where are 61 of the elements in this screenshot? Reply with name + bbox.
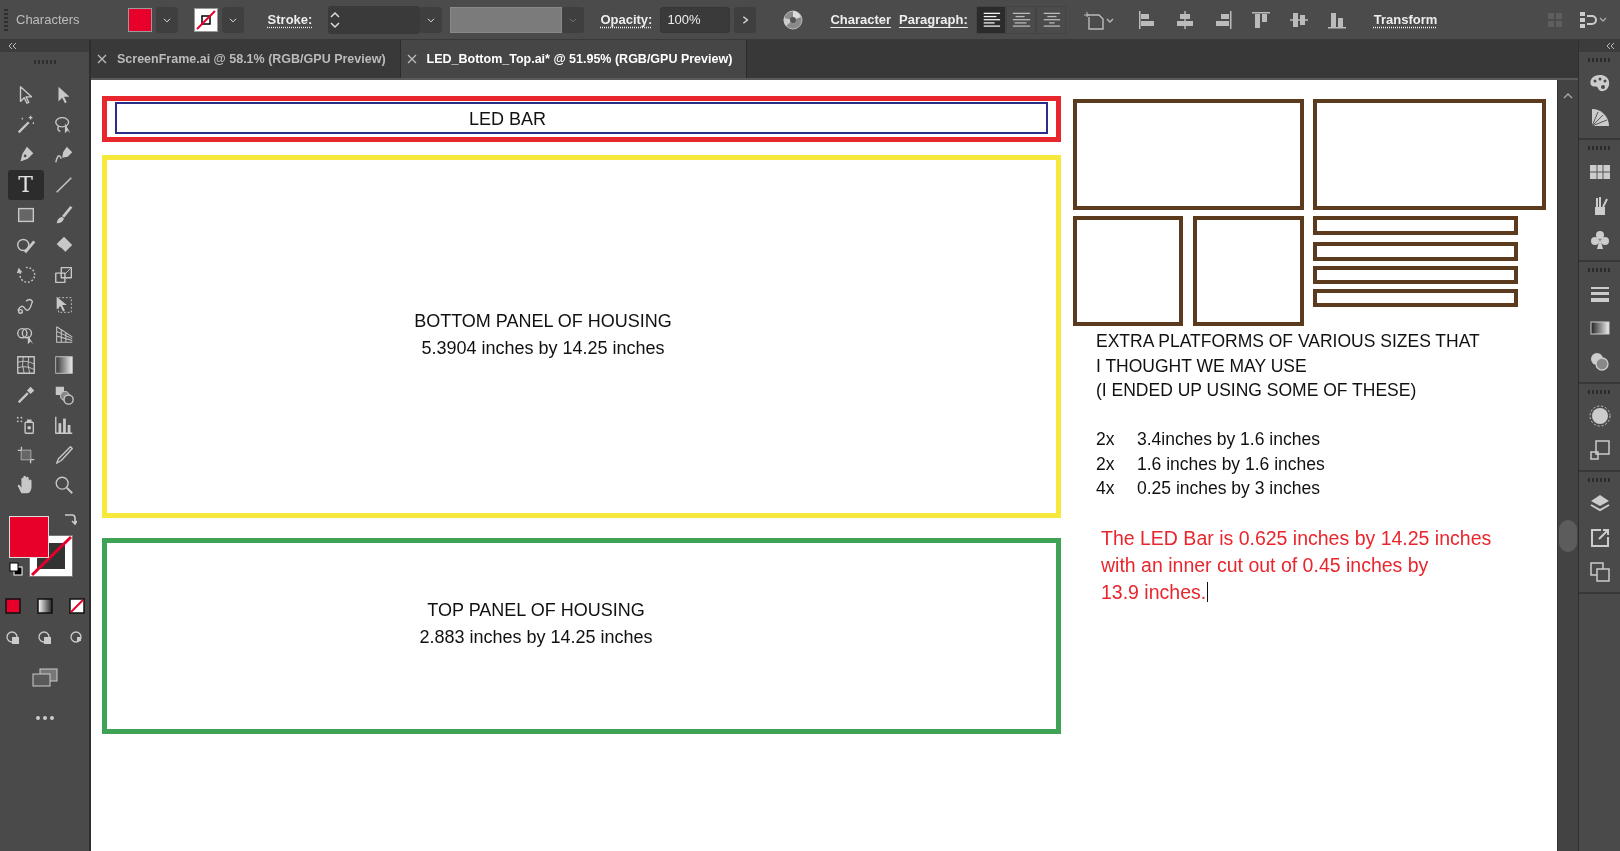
no-stroke-icon: [194, 8, 217, 31]
close-icon: [97, 54, 107, 64]
stroke-weight-field[interactable]: [328, 5, 421, 34]
character-link[interactable]: Character: [830, 9, 892, 30]
screen-mode-button[interactable]: [29, 666, 60, 690]
quantity-label: 2x: [1096, 452, 1116, 476]
led-bar-note: The LED Bar is 0.625 inches by 14.25 inches with an inner cut out of 0.45 inches by 13.9 inches.: [1101, 526, 1492, 605]
tab-title: ScreenFrame.ai @ 58.1% (RGB/GPU Preview): [117, 50, 386, 68]
platforms-description: EXTRA PLATFORMS OF VARIOUS SIZES THAT I THOUGHT WE MAY USE (I ENDED UP USING SOME OF THESE): [1096, 330, 1480, 402]
collapse-icon: [1606, 42, 1616, 50]
color-mode-icon: [3, 597, 22, 615]
quantity-label: 2x: [1096, 428, 1116, 451]
scale-icon: [52, 264, 75, 286]
chevron-up-icon: [1562, 92, 1574, 100]
transform-panel-icon: [1587, 438, 1612, 462]
document-tab[interactable]: LED_Bottom_Top.ai* @ 51.95% (RGB/GPU Preview): [400, 40, 748, 78]
tab-title: LED_Bottom_Top.ai* @ 51.95% (RGB/GPU Preview): [426, 50, 733, 68]
swap-arrow-icon: [62, 512, 77, 526]
close-button[interactable]: [406, 54, 417, 64]
color-wheel-icon: [782, 8, 805, 31]
type-tool-button[interactable]: T: [7, 170, 44, 200]
none-mode-icon: [67, 597, 86, 615]
top-panel-title: TOP PANEL OF HOUSING: [426, 599, 646, 622]
scrollbar-thumb[interactable]: [1559, 520, 1577, 552]
close-button[interactable]: [97, 54, 107, 64]
collapse-icon: [8, 42, 18, 50]
fill-color-swatch[interactable]: [8, 516, 49, 558]
bottom-panel-dimensions: 5.3904 inches by 14.25 inches: [420, 337, 666, 360]
draw-behind-icon: [36, 630, 53, 646]
size-label: 0.25 inches by 3 inches: [1137, 477, 1320, 500]
symbol-sprayer-icon: [14, 414, 37, 436]
brush-preview[interactable]: [450, 6, 563, 33]
more-icon: [34, 715, 55, 721]
panel-button[interactable]: [1586, 404, 1613, 428]
stroke-swatch[interactable]: [193, 7, 218, 32]
opacity-field[interactable]: 100%: [660, 6, 731, 33]
screen-mode-icon: [30, 668, 59, 688]
draw-inside-icon: [68, 630, 85, 646]
size-label: 3.4inches by 1.6 inches: [1137, 428, 1320, 451]
align-text-button[interactable]: [975, 5, 1006, 34]
close-icon: [406, 54, 417, 64]
opacity-label[interactable]: Opacity:: [600, 9, 653, 30]
stroke-label[interactable]: Stroke:: [267, 9, 313, 30]
mesh-icon: [14, 354, 37, 376]
default-colors-icon: [8, 562, 23, 576]
bar-graph-icon: [52, 414, 75, 436]
appearance-icon: [1587, 404, 1612, 428]
fill-swatch[interactable]: [127, 7, 152, 32]
panel-label: Characters: [16, 10, 80, 29]
led-bar-label: LED BAR: [469, 108, 547, 131]
artboards-panel-icon: [1587, 560, 1612, 584]
bottom-panel-title: BOTTOM PANEL OF HOUSING: [413, 310, 673, 333]
paragraph-link[interactable]: Paragraph:: [899, 9, 968, 30]
gradient-icon: [52, 354, 75, 376]
transform-link[interactable]: Transform: [1373, 9, 1438, 30]
quantity-label: 4x: [1096, 477, 1116, 500]
rotate-icon: [14, 264, 37, 286]
top-panel-dimensions: 2.883 inches by 14.25 inches: [418, 626, 654, 649]
size-label: 1.6 inches by 1.6 inches: [1137, 452, 1325, 476]
draw-normal-icon: [4, 630, 21, 646]
gradient-mode-icon: [35, 597, 54, 615]
